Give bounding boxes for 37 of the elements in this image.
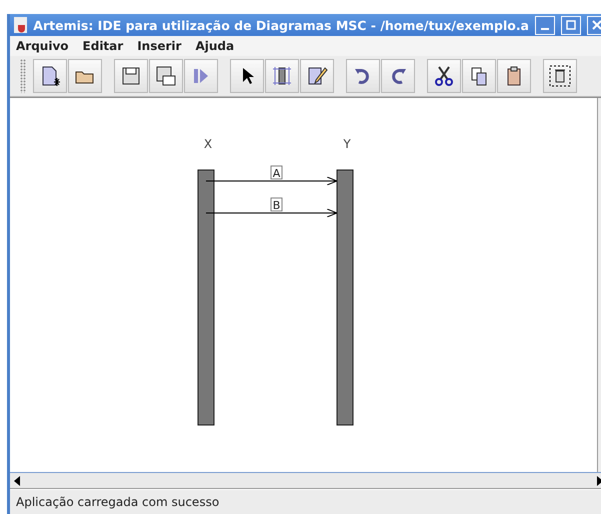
menu-item[interactable]: Ajuda — [195, 39, 234, 53]
toolbar-button[interactable] — [149, 59, 183, 93]
minimize-icon — [541, 28, 549, 30]
maximize-button[interactable] — [561, 16, 581, 34]
maximize-icon — [566, 20, 576, 30]
window-title: Artemis: IDE para utilização de Diagramas MSC - /home/tux/exemplo.a — [33, 18, 529, 32]
toolbar-button[interactable] — [265, 59, 299, 93]
toolbar-button[interactable] — [497, 59, 531, 93]
status-text: Aplicação carregada com sucesso — [16, 495, 220, 509]
toolbar-grip[interactable] — [20, 59, 26, 93]
message-label: A — [270, 166, 282, 180]
instance-name: Y — [343, 137, 351, 151]
toolbar-button[interactable] — [33, 59, 67, 93]
toolbar-button[interactable] — [300, 59, 334, 93]
toolbar-button[interactable] — [114, 59, 148, 93]
scissors-icon — [433, 65, 455, 87]
toolbar-button[interactable] — [68, 59, 102, 93]
minimize-button[interactable] — [535, 16, 555, 34]
trash-icon — [549, 65, 571, 87]
menu-item[interactable]: Editar — [82, 39, 124, 53]
edit-icon — [306, 65, 328, 87]
toolbar-button[interactable] — [230, 59, 264, 93]
instance-name: X — [204, 137, 212, 151]
toolbar-button[interactable] — [346, 59, 380, 93]
menu-item[interactable]: Inserir — [137, 39, 182, 53]
instance-icon — [271, 65, 293, 87]
close-icon — [592, 20, 601, 30]
toolbar-button[interactable] — [427, 59, 461, 93]
toolbar-button[interactable] — [543, 59, 577, 93]
floppy-disk-icon — [155, 65, 177, 87]
horizontal-scrollbar[interactable] — [10, 472, 601, 489]
toolbar-button[interactable] — [381, 59, 415, 93]
message-label: B — [270, 198, 282, 212]
toolbar-button[interactable] — [462, 59, 496, 93]
menu-item[interactable]: Arquivo — [16, 39, 69, 53]
close-button[interactable] — [587, 16, 601, 34]
scroll-left-icon[interactable] — [14, 476, 20, 486]
